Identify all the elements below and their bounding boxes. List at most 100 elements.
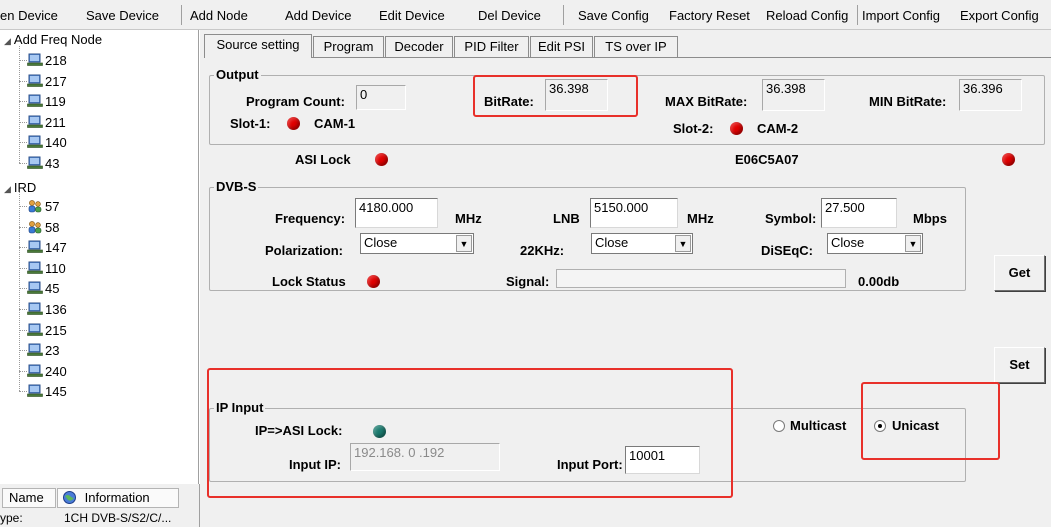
polarization-select[interactable]: Close ▼ — [360, 233, 474, 254]
input-port-label: Input Port: — [557, 457, 623, 472]
tree-item-ird-58[interactable]: 58 — [23, 217, 173, 237]
tree-item-freq-217[interactable]: 217 — [23, 71, 173, 91]
tree-item-ird-57[interactable]: 57 — [23, 196, 173, 216]
name-column-header[interactable]: Name — [2, 488, 56, 508]
tree-item-freq-119[interactable]: 119 — [23, 91, 173, 111]
frequency-input[interactable]: 4180.000 — [355, 198, 438, 228]
polarization-label: Polarization: — [265, 243, 344, 258]
tab-ts-over-ip[interactable]: TS over IP — [594, 36, 678, 57]
program-count-label: Program Count: — [246, 94, 345, 109]
tab-source-setting[interactable]: Source setting — [204, 34, 312, 58]
tree-item-ird-23[interactable]: 23 — [23, 340, 173, 360]
asi-lock-led — [375, 153, 388, 166]
tree-item-label: 215 — [45, 322, 67, 338]
computer-icon — [27, 302, 43, 315]
input-ip-field[interactable]: 192.168. 0 .192 — [350, 443, 500, 471]
multicast-label[interactable]: Multicast — [790, 418, 846, 433]
menu-add-node[interactable]: Add Node — [190, 8, 248, 23]
slot2-value: CAM-2 — [757, 121, 799, 136]
tree-item-label: 211 — [45, 114, 66, 130]
polarization-value: Close — [364, 235, 398, 250]
tree-node-freq[interactable]: ◢ Add Freq Node — [4, 32, 102, 47]
computer-icon — [27, 240, 43, 253]
tree-item-label: 217 — [45, 73, 67, 89]
menu-save-config[interactable]: Save Config — [578, 8, 649, 23]
tree-item-label: 136 — [45, 302, 67, 317]
tree-item-label: 110 — [45, 260, 66, 276]
tree-item-label: 57 — [45, 199, 60, 214]
menu-add-device[interactable]: Add Device — [285, 8, 351, 23]
menu-save-device[interactable]: Save Device — [86, 8, 159, 23]
input-port-field[interactable]: 10001 — [625, 446, 700, 474]
radio-selected-dot — [878, 424, 882, 428]
tree-item-ird-45[interactable]: 45 — [23, 278, 173, 298]
input-ip-label: Input IP: — [289, 457, 341, 472]
diseqc-select[interactable]: Close ▼ — [827, 233, 923, 254]
computer-icon — [27, 115, 43, 128]
menu-open-device[interactable]: en Device — [0, 8, 58, 23]
bitrate-field: 36.398 — [545, 79, 608, 111]
tree-item-ird-110[interactable]: 110 — [23, 258, 173, 278]
set-button[interactable]: Set — [994, 347, 1045, 383]
lock-status-led — [367, 275, 380, 288]
tab-label: Program — [323, 39, 374, 54]
tab-edit-psi[interactable]: Edit PSI — [530, 36, 593, 57]
tab-program[interactable]: Program — [313, 36, 384, 57]
computer-icon — [27, 135, 43, 149]
tab-pid-filter[interactable]: PID Filter — [454, 36, 529, 57]
tab-decoder[interactable]: Decoder — [385, 36, 453, 57]
menu-edit-device[interactable]: Edit Device — [379, 8, 445, 23]
tree-item-ird-240[interactable]: 240 — [23, 361, 173, 381]
tree-item-ird-147[interactable]: 147 — [23, 237, 173, 257]
tree-item-label: 145 — [45, 384, 67, 400]
tree-node-ird[interactable]: ◢ IRD — [4, 180, 36, 195]
tree-item-freq-218[interactable]: 218 — [23, 50, 173, 70]
device-code: E06C5A07 — [735, 152, 799, 167]
expand-icon[interactable]: ◢ — [4, 36, 11, 46]
tree-item-freq-211[interactable]: 211 — [23, 112, 173, 132]
dvbs-group-title: DVB-S — [214, 179, 259, 194]
diseqc-label: DiSEqC: — [761, 243, 813, 258]
frequency-unit: MHz — [455, 211, 482, 226]
tree-item-ird-215[interactable]: 215 — [23, 320, 173, 340]
computer-icon — [27, 343, 43, 356]
ip-asi-lock-led — [373, 425, 386, 438]
info-row-value: 1CH DVB-S/S2/C/... — [64, 511, 172, 525]
tree-item-freq-140[interactable]: 140 — [23, 132, 173, 152]
menu-del-device[interactable]: Del Device — [478, 8, 541, 23]
unicast-radio[interactable] — [874, 420, 886, 432]
device-settings-panel: Source setting Program Decoder PID Filte… — [200, 30, 1051, 527]
chevron-down-icon[interactable]: ▼ — [905, 235, 921, 252]
expand-icon[interactable]: ◢ — [4, 184, 11, 194]
computer-icon — [27, 281, 43, 295]
unicast-label[interactable]: Unicast — [892, 418, 939, 433]
tree-item-ird-145[interactable]: 145 — [23, 381, 173, 401]
chevron-down-icon[interactable]: ▼ — [456, 235, 472, 252]
computer-icon — [27, 53, 43, 66]
output-group — [209, 75, 1045, 145]
symbol-input[interactable]: 27.500 — [821, 198, 897, 228]
menu-factory-reset[interactable]: Factory Reset — [669, 8, 750, 23]
menu-import-config[interactable]: Import Config — [862, 8, 940, 23]
get-button[interactable]: Get — [994, 255, 1045, 291]
menu-export-config[interactable]: Export Config — [960, 8, 1039, 23]
tree-item-freq-43[interactable]: 43 — [23, 153, 173, 173]
ip-asi-lock-label: IP=>ASI Lock: — [255, 423, 343, 438]
computer-icon — [27, 156, 43, 169]
computer-icon — [27, 74, 43, 87]
tree-item-ird-136[interactable]: 136 — [23, 299, 173, 319]
info-column-header[interactable]: Information — [57, 488, 179, 508]
chevron-down-icon[interactable]: ▼ — [675, 235, 691, 252]
tree-item-label: 218 — [45, 53, 67, 68]
computer-icon — [27, 261, 43, 274]
menu-reload-config[interactable]: Reload Config — [766, 8, 848, 23]
multicast-radio[interactable] — [773, 420, 785, 432]
menu-separator — [857, 5, 858, 25]
khz22-select[interactable]: Close ▼ — [591, 233, 693, 254]
symbol-unit: Mbps — [913, 211, 947, 226]
lnb-input[interactable]: 5150.000 — [590, 198, 678, 228]
slot1-status-led — [287, 117, 300, 130]
signal-label: Signal: — [506, 274, 550, 289]
max-bitrate-field: 36.398 — [762, 79, 825, 111]
people-icon — [28, 220, 42, 233]
